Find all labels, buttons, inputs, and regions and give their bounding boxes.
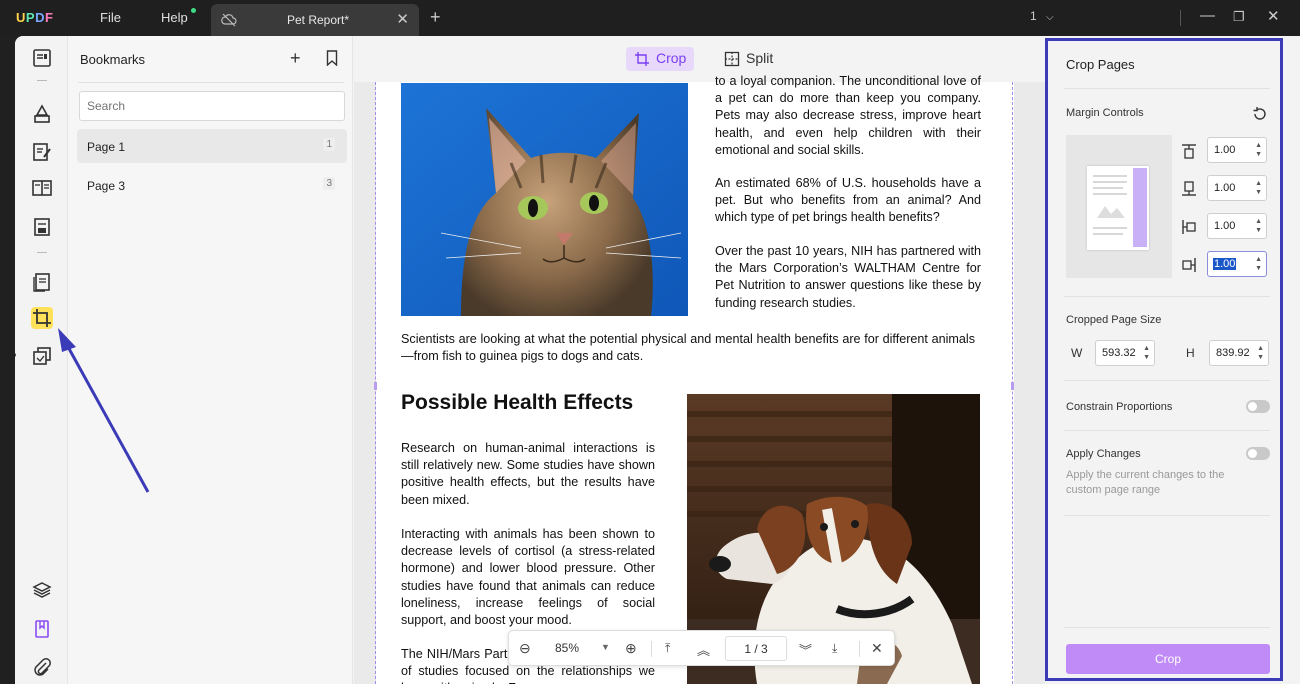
split-mode-label: Split — [746, 50, 774, 66]
menu-file[interactable]: File — [100, 10, 121, 25]
crop-handle-right[interactable] — [1011, 382, 1014, 390]
bookmark-page-number: 3 — [323, 177, 335, 190]
edit-pdf-icon[interactable] — [31, 141, 53, 163]
bookmark-search-input[interactable] — [79, 91, 345, 121]
new-tab-button[interactable]: + — [430, 7, 441, 28]
zoom-out-icon[interactable]: ⊖ — [519, 640, 531, 657]
zoom-in-icon[interactable]: ⊕ — [625, 640, 637, 657]
batch-pages-icon[interactable] — [31, 345, 53, 367]
divider — [37, 252, 47, 253]
organize-pages-icon[interactable] — [31, 271, 53, 293]
crop-handle-left[interactable] — [374, 382, 377, 390]
last-page-icon[interactable]: ⤓ — [832, 641, 837, 656]
first-page-icon[interactable]: ⤒ — [665, 641, 670, 656]
cloud-off-icon — [221, 12, 237, 28]
minimize-icon[interactable]: — — [1200, 7, 1215, 24]
split-mode-button[interactable]: Split — [716, 47, 781, 71]
restore-icon[interactable]: ❐ — [1233, 9, 1245, 25]
bookmark-label: Page 3 — [87, 179, 126, 193]
divider — [78, 82, 344, 83]
close-nav-icon[interactable]: ✕ — [871, 640, 883, 657]
zoom-dropdown-icon[interactable]: ▼ — [601, 642, 610, 652]
split-icon — [724, 51, 740, 67]
page-indicator[interactable]: 1 / 3 — [725, 636, 787, 661]
tab-title: Pet Report* — [287, 13, 350, 27]
next-page-icon[interactable]: ︾ — [799, 640, 812, 659]
crop-boundary[interactable] — [375, 82, 1013, 684]
add-bookmark-button[interactable]: + — [290, 48, 301, 69]
close-window-icon[interactable]: ✕ — [1267, 7, 1280, 25]
page-selector-value: 1 — [1030, 9, 1037, 23]
zoom-level[interactable]: 85% — [555, 641, 579, 655]
app-logo: UPDF — [16, 10, 54, 25]
bookmark-item-page-3[interactable]: Page 3 3 — [77, 168, 347, 202]
bookmark-page-number: 1 — [323, 138, 335, 151]
previous-page-icon[interactable]: ︽ — [697, 640, 710, 659]
bookmark-label: Page 1 — [87, 140, 126, 154]
page-view-icon[interactable] — [31, 177, 53, 199]
chevron-down-icon: ⌵ — [1046, 12, 1054, 23]
left-toolbar — [15, 36, 67, 684]
comment-icon[interactable] — [31, 103, 53, 125]
reader-icon[interactable] — [31, 47, 53, 69]
page-selector[interactable]: 1 ⌵ — [1030, 9, 1054, 23]
notification-dot — [191, 8, 196, 13]
divider — [859, 641, 860, 657]
bookmark-item-page-1[interactable]: Page 1 1 — [77, 129, 347, 163]
layers-icon[interactable] — [31, 579, 53, 601]
divider — [37, 80, 47, 81]
document-tab[interactable]: Pet Report* ✕ — [211, 4, 419, 36]
attachment-icon[interactable] — [31, 656, 53, 678]
page-navigation-bar: ⊖ 85% ▼ ⊕ ⤒ ︽ 1 / 3 ︾ ⤓ ✕ — [508, 630, 895, 666]
crop-mode-button[interactable]: Crop — [626, 47, 695, 71]
menu-help[interactable]: Help — [161, 10, 188, 25]
crop-mode-label: Crop — [656, 50, 687, 66]
bookmarks-panel: Bookmarks + Page 1 1 Page 3 3 — [67, 36, 353, 684]
bookmarks-title: Bookmarks — [80, 52, 146, 67]
title-bar: UPDF File Help Pet Report* ✕ + 1 ⌵ — ❐ ✕ — [0, 0, 1300, 36]
crop-pages-icon[interactable] — [31, 307, 53, 329]
form-icon[interactable] — [31, 216, 53, 238]
divider — [1180, 10, 1181, 26]
tab-close-icon[interactable]: ✕ — [396, 10, 409, 28]
highlight-frame — [1045, 38, 1283, 681]
crop-icon — [634, 51, 650, 67]
panel-indicator-dot — [15, 353, 16, 357]
bookmark-panel-icon[interactable] — [31, 618, 53, 640]
divider — [651, 641, 652, 657]
bookmark-icon[interactable] — [326, 50, 338, 67]
document-area: Crop Split to a loyal companion. The unc… — [354, 36, 1045, 684]
